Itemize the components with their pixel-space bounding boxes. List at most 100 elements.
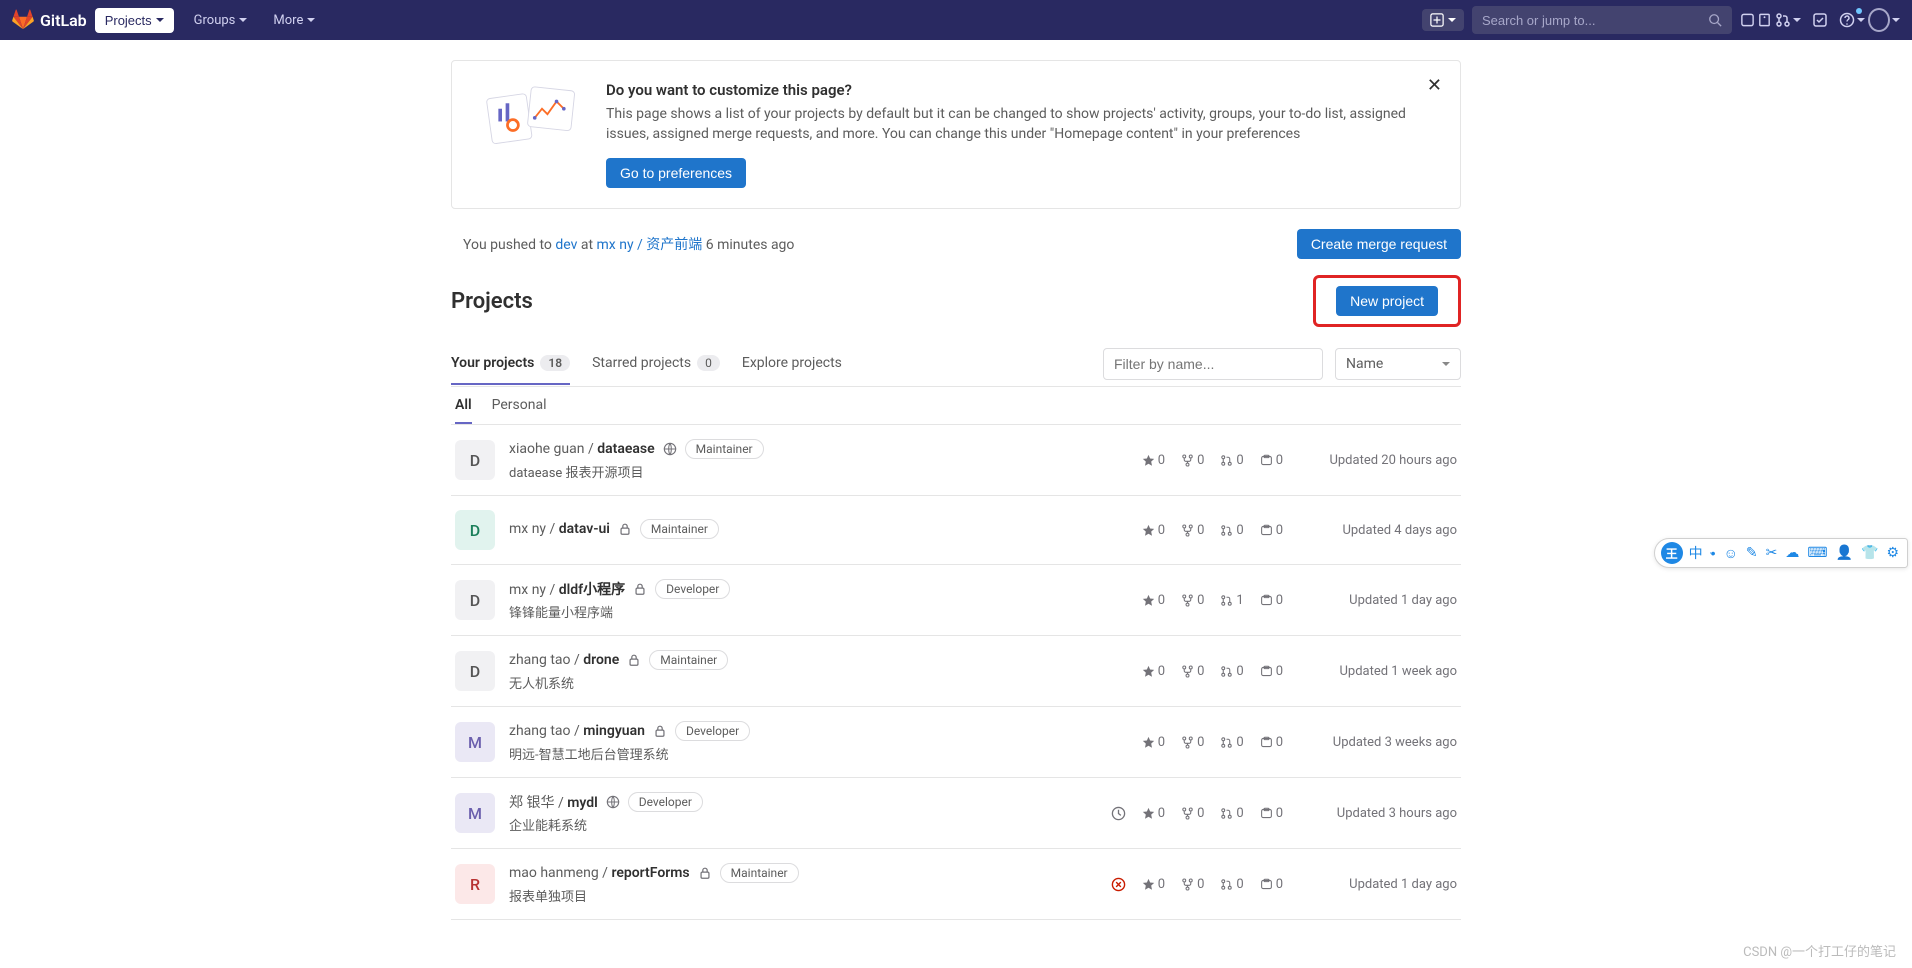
customize-banner: ✕ Do you want to customize this page? Th…: [451, 60, 1461, 209]
projects-header: Projects New project: [451, 275, 1461, 327]
project-row[interactable]: M郑 银华 / mydlDeveloper企业能耗系统0000Updated 3…: [451, 778, 1461, 849]
role-badge: Developer: [675, 721, 750, 741]
project-row[interactable]: Dmx ny / dldf小程序Developer锋锋能量小程序端0010Upd…: [451, 565, 1461, 636]
project-row[interactable]: Dzhang tao / droneMaintainer无人机系统0000Upd…: [451, 636, 1461, 707]
subtab-personal[interactable]: Personal: [492, 388, 547, 424]
chevron-down-icon: [1892, 18, 1900, 22]
tool-person-icon[interactable]: 👤: [1834, 545, 1855, 561]
push-project-link[interactable]: mx ny / 资产前端: [597, 237, 703, 253]
stars-stat[interactable]: 0: [1142, 877, 1165, 892]
merge-requests-stat[interactable]: 0: [1220, 877, 1243, 892]
tab-explore-projects[interactable]: Explore projects: [742, 343, 842, 385]
tool-keyboard-icon[interactable]: ⌨: [1805, 545, 1829, 561]
banner-content: Do you want to customize this page? This…: [606, 81, 1440, 188]
tool-shirt-icon[interactable]: 👕: [1859, 545, 1880, 561]
chevron-down-icon: [1793, 18, 1801, 22]
help-icon[interactable]: [1836, 4, 1868, 36]
project-row[interactable]: Mzhang tao / mingyuanDeveloper明远-智慧工地后台管…: [451, 707, 1461, 778]
issues-stat[interactable]: 0: [1260, 735, 1283, 750]
project-updated: Updated 1 day ago: [1297, 877, 1457, 892]
tool-scissors-icon[interactable]: ✂: [1764, 545, 1780, 561]
new-project-highlight: New project: [1313, 275, 1461, 327]
issues-stat[interactable]: 0: [1260, 877, 1283, 892]
issues-stat[interactable]: 0: [1260, 806, 1283, 821]
project-subtabs: All Personal: [451, 387, 1461, 425]
nav-groups-link[interactable]: Groups: [186, 8, 256, 33]
forks-stat[interactable]: 0: [1181, 664, 1204, 679]
floating-toolbar[interactable]: 王 中 •ּ ☺ ✎ ✂ ☁ ⌨ 👤 👕 ⚙: [1654, 538, 1908, 568]
sort-dropdown[interactable]: Name: [1335, 348, 1461, 380]
pipeline-pending-icon: [1111, 806, 1126, 821]
gitlab-icon: [12, 9, 34, 31]
new-project-button[interactable]: New project: [1336, 286, 1438, 316]
merge-requests-stat[interactable]: 0: [1220, 664, 1243, 679]
merge-requests-stat[interactable]: 0: [1220, 735, 1243, 750]
stars-stat[interactable]: 0: [1142, 593, 1165, 608]
project-path: mx ny / datav-ui: [509, 521, 610, 537]
tool-char-icon[interactable]: 中: [1687, 543, 1705, 563]
tool-pen-icon[interactable]: ✎: [1744, 545, 1760, 561]
recent-push-row: You pushed to dev at mx ny / 资产前端 6 minu…: [451, 229, 1461, 259]
project-description: 明远-智慧工地后台管理系统: [509, 744, 1128, 763]
brand-logo[interactable]: GitLab: [12, 9, 87, 31]
forks-stat[interactable]: 0: [1181, 735, 1204, 750]
project-path: zhang tao / drone: [509, 652, 619, 668]
tool-smile-icon[interactable]: ☺: [1722, 545, 1740, 562]
todos-icon[interactable]: [1804, 4, 1836, 36]
stars-stat[interactable]: 0: [1142, 664, 1165, 679]
tab-your-projects[interactable]: Your projects18: [451, 343, 570, 385]
project-description: 无人机系统: [509, 673, 1128, 692]
project-row[interactable]: Dxiaohe guan / dataeaseMaintainerdataeas…: [451, 425, 1461, 496]
issues-stat[interactable]: 0: [1260, 523, 1283, 538]
issues-stat[interactable]: 0: [1260, 593, 1283, 608]
nav-more-link[interactable]: More: [265, 8, 323, 33]
user-avatar[interactable]: [1868, 4, 1900, 36]
forks-stat[interactable]: 0: [1181, 593, 1204, 608]
push-branch-link[interactable]: dev: [555, 237, 577, 253]
stars-stat[interactable]: 0: [1142, 735, 1165, 750]
project-stats: 0 0 0 0: [1111, 806, 1283, 821]
forks-stat[interactable]: 0: [1181, 523, 1204, 538]
stars-stat[interactable]: 0: [1142, 453, 1165, 468]
project-row[interactable]: Rmao hanmeng / reportFormsMaintainer报表单独…: [451, 849, 1461, 920]
project-row[interactable]: Dmx ny / datav-uiMaintainer0000Updated 4…: [451, 496, 1461, 565]
issues-stat[interactable]: 0: [1260, 664, 1283, 679]
project-updated: Updated 1 week ago: [1297, 664, 1457, 679]
search-input[interactable]: [1482, 13, 1708, 28]
project-path: mao hanmeng / reportForms: [509, 865, 690, 881]
merge-requests-stat[interactable]: 0: [1220, 453, 1243, 468]
stars-stat[interactable]: 0: [1142, 806, 1165, 821]
plus-square-icon: [1430, 13, 1444, 27]
project-tabs: Your projects18 Starred projects0 Explor…: [451, 341, 1461, 387]
project-description: dataease 报表开源项目: [509, 462, 1128, 481]
create-merge-request-button[interactable]: Create merge request: [1297, 229, 1461, 259]
search-icon: [1708, 13, 1722, 27]
project-path: xiaohe guan / dataease: [509, 441, 655, 457]
cn-badge-icon[interactable]: 王: [1661, 542, 1683, 564]
issues-stat[interactable]: 0: [1260, 453, 1283, 468]
forks-stat[interactable]: 0: [1181, 877, 1204, 892]
project-avatar: D: [455, 580, 495, 620]
subtab-all[interactable]: All: [455, 388, 472, 424]
tool-cloud-icon[interactable]: ☁: [1783, 545, 1801, 561]
tool-gear-icon[interactable]: ⚙: [1884, 545, 1901, 561]
create-new-button[interactable]: [1422, 9, 1464, 31]
merge-requests-icon[interactable]: [1772, 4, 1804, 36]
project-avatar: M: [455, 793, 495, 833]
forks-stat[interactable]: 0: [1181, 806, 1204, 821]
nav-projects-button[interactable]: Projects: [95, 8, 174, 33]
project-avatar: D: [455, 440, 495, 480]
visibility-icon: [633, 582, 647, 596]
global-search[interactable]: [1472, 6, 1732, 34]
merge-requests-stat[interactable]: 0: [1220, 523, 1243, 538]
stars-stat[interactable]: 0: [1142, 523, 1165, 538]
merge-requests-stat[interactable]: 0: [1220, 806, 1243, 821]
issues-icon[interactable]: [1740, 4, 1772, 36]
merge-requests-stat[interactable]: 1: [1220, 593, 1243, 608]
filter-by-name-input[interactable]: [1103, 348, 1323, 380]
tab-starred-projects[interactable]: Starred projects0: [592, 343, 720, 385]
close-icon[interactable]: ✕: [1427, 75, 1442, 96]
tool-dot-icon[interactable]: •ּ: [1709, 545, 1718, 562]
go-to-preferences-button[interactable]: Go to preferences: [606, 158, 746, 188]
forks-stat[interactable]: 0: [1181, 453, 1204, 468]
